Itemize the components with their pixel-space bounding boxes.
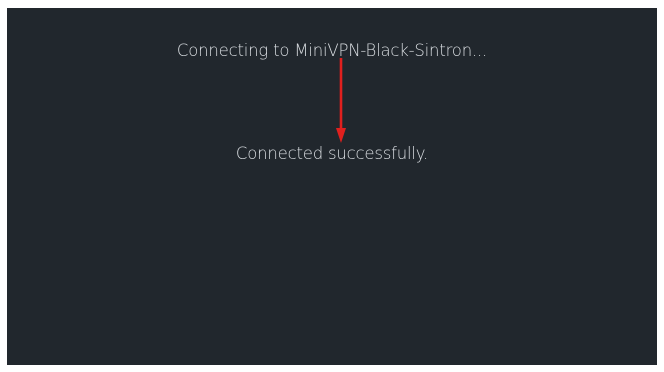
vpn-connection-screen: Connecting to MiniVPN-Black-Sintron... C…	[7, 8, 657, 365]
connected-status-text: Connected successfully.	[235, 144, 429, 163]
arrow-head	[336, 128, 346, 143]
connecting-status-text: Connecting to MiniVPN-Black-Sintron...	[176, 41, 488, 60]
red-arrow-annotation	[336, 58, 346, 143]
